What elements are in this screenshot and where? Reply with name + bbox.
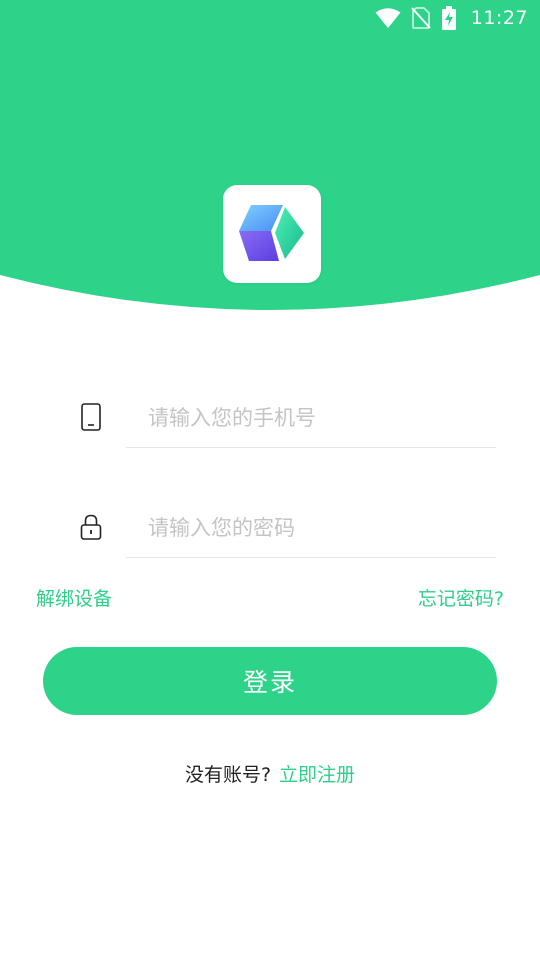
register-row: 没有账号? 立即注册 — [0, 760, 540, 787]
login-button[interactable]: 登录 — [43, 647, 497, 715]
phone-field — [0, 388, 540, 448]
no-sim-icon — [410, 6, 431, 30]
status-bar: 11:27 — [0, 0, 540, 36]
wifi-icon — [375, 7, 401, 29]
status-time: 11:27 — [470, 7, 528, 29]
unbind-device-link[interactable]: 解绑设备 — [36, 584, 112, 611]
password-field — [0, 498, 540, 558]
cube-logo-icon — [239, 205, 304, 261]
register-prompt: 没有账号? — [184, 764, 272, 786]
phone-icon — [79, 402, 103, 432]
phone-input[interactable] — [126, 388, 496, 448]
forgot-password-link[interactable]: 忘记密码? — [418, 584, 504, 611]
battery-charging-icon — [441, 6, 457, 30]
password-input[interactable] — [126, 498, 496, 558]
app-logo — [223, 185, 321, 283]
lock-icon — [79, 512, 103, 542]
register-link[interactable]: 立即注册 — [279, 764, 355, 786]
